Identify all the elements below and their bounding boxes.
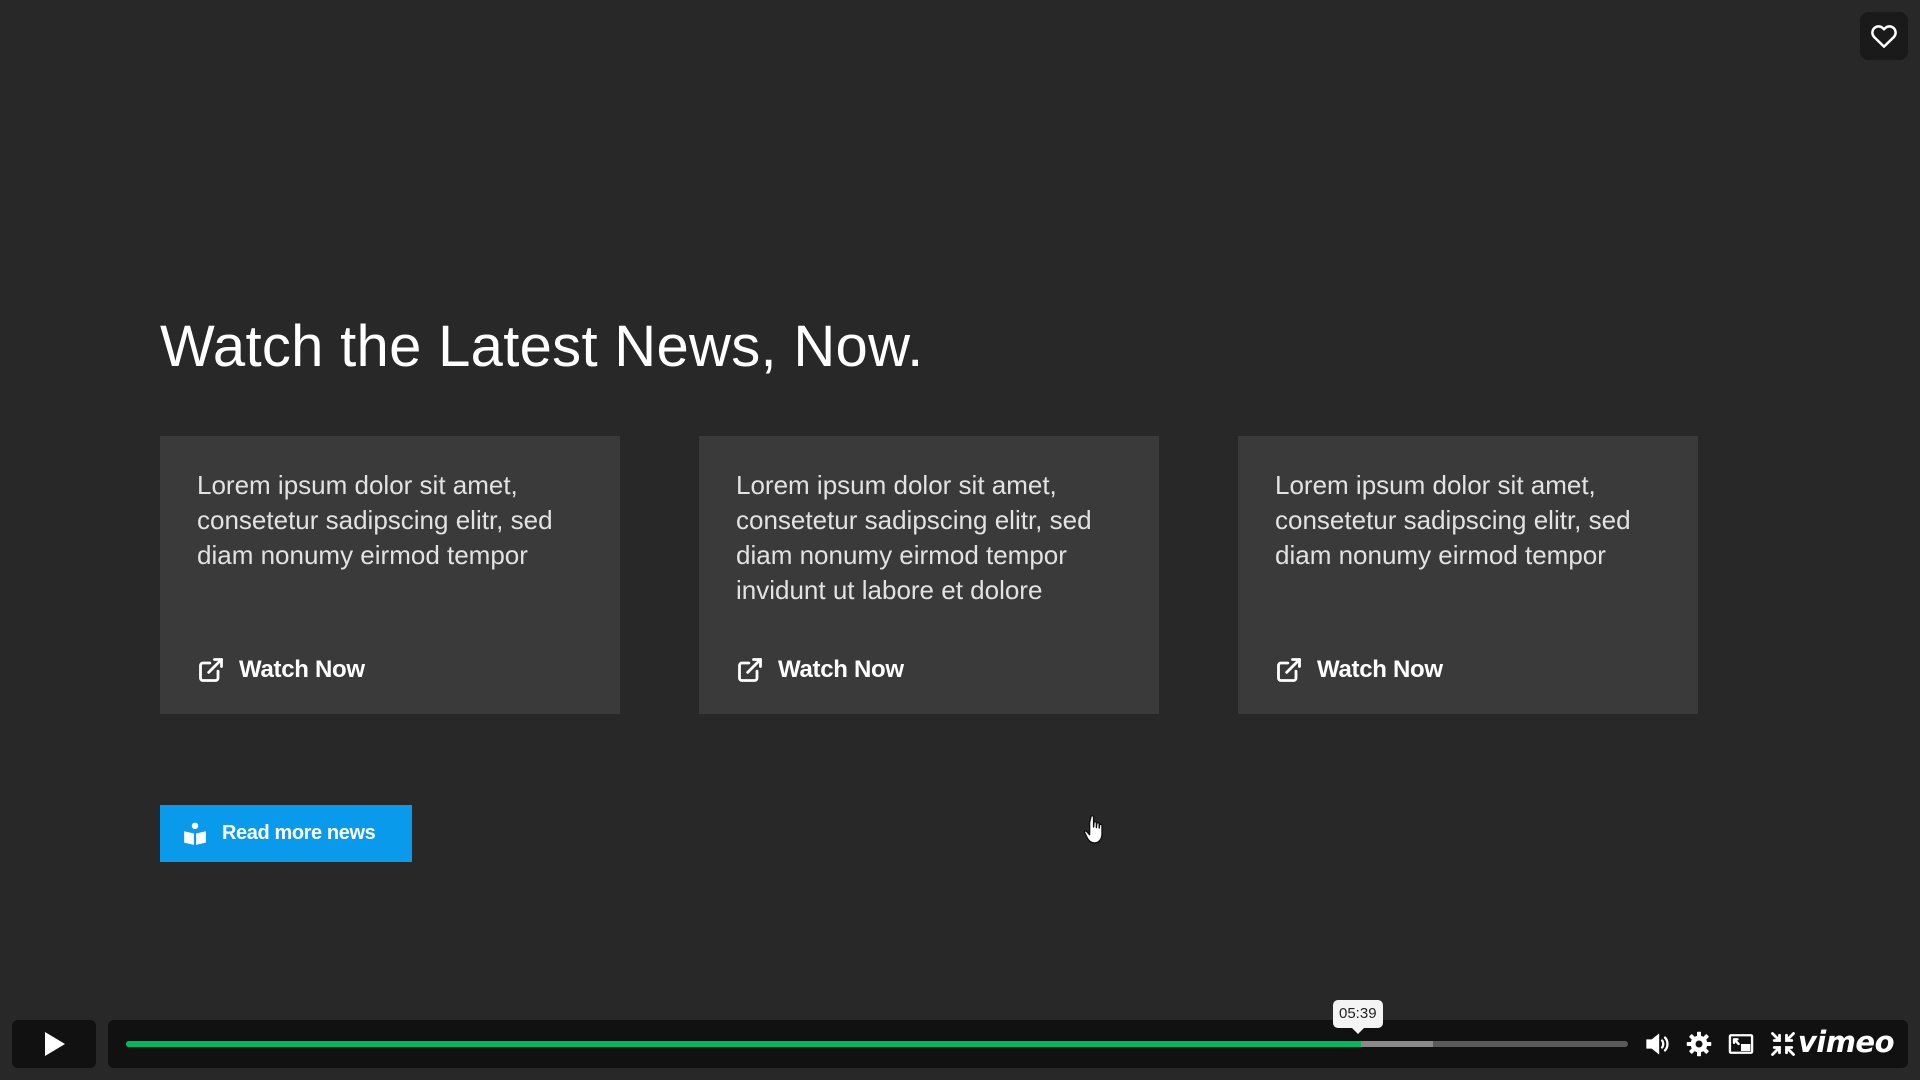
vimeo-logo[interactable]: vimeo xyxy=(1798,1025,1895,1059)
watch-now-label: Watch Now xyxy=(1317,656,1443,683)
watch-now-link[interactable]: Watch Now xyxy=(197,656,365,684)
settings-icon xyxy=(1686,1031,1712,1057)
hand-cursor-icon xyxy=(1083,814,1103,844)
progress-bar[interactable] xyxy=(126,1041,1628,1047)
play-icon xyxy=(45,1032,65,1056)
watch-now-label: Watch Now xyxy=(239,656,365,683)
card-text: Lorem ipsum dolor sit amet, consetetur s… xyxy=(736,470,1092,605)
read-more-news-button[interactable]: Read more news xyxy=(160,805,412,862)
news-cards: Lorem ipsum dolor sit amet, consetetur s… xyxy=(160,436,1698,714)
watch-now-link[interactable]: Watch Now xyxy=(736,656,904,684)
video-frame: Watch the Latest News, Now. Lorem ipsum … xyxy=(0,0,1920,1080)
volume-button[interactable] xyxy=(1643,1030,1673,1058)
read-more-label: Read more news xyxy=(222,822,376,844)
news-card: Lorem ipsum dolor sit amet, consetetur s… xyxy=(160,436,620,714)
exit-fullscreen-button[interactable] xyxy=(1768,1030,1798,1058)
volume-icon xyxy=(1646,1033,1669,1055)
heart-icon xyxy=(1871,25,1897,48)
exit-fullscreen-icon xyxy=(1771,1032,1795,1056)
like-button[interactable] xyxy=(1860,12,1908,60)
player-controls: vimeo xyxy=(108,1020,1908,1068)
news-card: Lorem ipsum dolor sit amet, consetetur s… xyxy=(699,436,1159,714)
external-link-icon xyxy=(199,658,223,682)
news-card: Lorem ipsum dolor sit amet, consetetur s… xyxy=(1238,436,1698,714)
card-text: Lorem ipsum dolor sit amet, consetetur s… xyxy=(197,470,553,570)
time-tooltip: 05:39 xyxy=(1333,1000,1383,1034)
watch-now-label: Watch Now xyxy=(778,656,904,683)
external-link-icon xyxy=(1277,658,1301,682)
external-link-icon xyxy=(738,658,762,682)
reader-icon xyxy=(184,822,206,845)
card-text: Lorem ipsum dolor sit amet, consetetur s… xyxy=(1275,470,1631,570)
watch-now-link[interactable]: Watch Now xyxy=(1275,656,1443,684)
play-button[interactable] xyxy=(12,1020,96,1068)
settings-button[interactable] xyxy=(1684,1030,1714,1058)
pip-icon xyxy=(1728,1034,1754,1054)
picture-in-picture-button[interactable] xyxy=(1726,1030,1756,1058)
page-title: Watch the Latest News, Now. xyxy=(160,314,924,379)
played-range xyxy=(126,1041,1361,1047)
